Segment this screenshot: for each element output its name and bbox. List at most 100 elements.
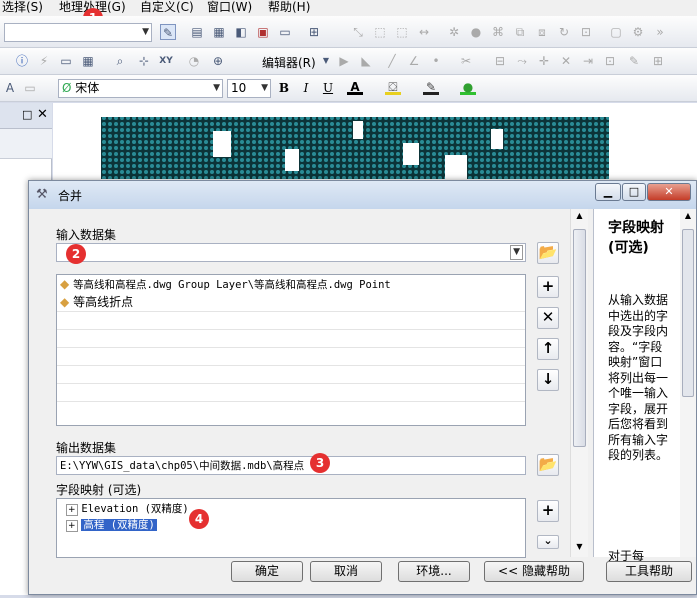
expand-icon[interactable]: + <box>66 520 78 532</box>
search-window-icon[interactable]: ◧ <box>233 24 249 40</box>
select-features-icon[interactable]: ⬚ <box>372 24 388 40</box>
list-item[interactable]: ◆ 等高线和高程点.dwg Group Layer\等高线和高程点.dwg Po… <box>60 277 522 293</box>
scroll-thumb[interactable] <box>682 229 694 397</box>
model-builder-icon[interactable]: ⊞ <box>306 24 322 40</box>
italic-button[interactable]: I <box>298 80 314 96</box>
menu-window[interactable]: 窗口(W) <box>207 0 252 16</box>
scroll-up-icon[interactable]: ▲ <box>682 211 694 220</box>
editor-dropdown-icon[interactable]: ▼ <box>318 53 334 69</box>
table-icon[interactable]: ▤ <box>189 24 205 40</box>
move-down-button[interactable]: ↓ <box>537 369 559 391</box>
edit-pointer-icon[interactable]: ▶ <box>336 53 352 69</box>
zoom-window-icon[interactable]: ⊕ <box>210 53 226 69</box>
python-window-icon[interactable]: ▭ <box>277 24 293 40</box>
menu-help[interactable]: 帮助(H) <box>268 0 310 16</box>
find-route-icon[interactable]: ⊹ <box>136 53 152 69</box>
edit-tool-icon[interactable]: ✎ <box>160 24 176 40</box>
snapping-icon[interactable]: ⤡ <box>350 24 366 40</box>
edit-vertices-icon[interactable]: ◣ <box>358 53 374 69</box>
paste-icon[interactable]: ⧈ <box>534 24 550 40</box>
close-window-button[interactable]: ✕ <box>647 183 691 201</box>
toolbox-icon[interactable]: ▣ <box>255 24 271 40</box>
menu-customize[interactable]: 自定义(C) <box>140 0 194 16</box>
help-scrollbar[interactable]: ▲ <box>680 209 696 557</box>
scroll-up-icon[interactable]: ▲ <box>573 211 586 224</box>
grid-icon[interactable]: ⊡ <box>578 24 594 40</box>
add-row-button[interactable]: + <box>537 276 559 298</box>
copy-icon[interactable]: ⧉ <box>512 24 528 40</box>
field-map-tree[interactable]: + Elevation (双精度) + 高程 (双精度) <box>56 498 526 558</box>
rotate-edit-icon[interactable]: ✛ <box>536 53 552 69</box>
tree-item[interactable]: + Elevation (双精度) <box>66 501 366 516</box>
cancel-button[interactable]: 取消 <box>310 561 382 582</box>
toc-toolbar <box>0 129 52 159</box>
settings-icon[interactable]: ⚙ <box>630 24 646 40</box>
notes-icon[interactable]: ✎ <box>626 53 642 69</box>
help-pane: 字段映射 (可选) 从输入数据中选出的字段及字段内容。“字段映射”窗口将列出每一… <box>593 209 696 579</box>
input-datasets-list[interactable]: ◆ 等高线和高程点.dwg Group Layer\等高线和高程点.dwg Po… <box>56 274 526 426</box>
hide-help-button[interactable]: << 隐藏帮助 <box>484 561 584 582</box>
shape-tool-icon[interactable]: ▭ <box>22 80 38 96</box>
rotate-icon[interactable]: ↻ <box>556 24 572 40</box>
trace-icon[interactable]: ∠ <box>406 53 422 69</box>
expand-icon[interactable]: + <box>66 504 78 516</box>
fill-color-icon[interactable]: ⛋ <box>385 79 401 95</box>
tool-help-button[interactable]: 工具帮助 <box>606 561 692 582</box>
add-field-button[interactable]: + <box>537 500 559 522</box>
info-icon[interactable]: ⓘ <box>14 53 30 69</box>
underline-button[interactable]: U <box>320 80 336 96</box>
frame-icon[interactable]: ▢ <box>608 24 624 40</box>
catalog-icon[interactable]: ▦ <box>211 24 227 40</box>
field-option-button[interactable]: ⌄ <box>537 535 559 549</box>
text-tool-icon[interactable]: A <box>2 80 18 96</box>
html-popup-icon[interactable]: ▭ <box>58 53 74 69</box>
menu-select[interactable]: 选择(S) <box>2 0 43 16</box>
line-color-icon[interactable]: ✎ <box>423 79 439 95</box>
split-icon[interactable]: ⊟ <box>492 53 508 69</box>
font-size-combo[interactable]: 10 ▼ <box>227 79 271 98</box>
time-slider-icon[interactable]: ◔ <box>186 53 202 69</box>
pin-icon[interactable]: □ <box>22 108 32 121</box>
tree-item[interactable]: + 高程 (双精度) <box>66 517 366 532</box>
scale-combo[interactable]: ▼ <box>4 23 152 42</box>
close-icon[interactable]: ✕ <box>37 107 48 122</box>
flip-icon[interactable]: ↔ <box>416 24 432 40</box>
marker-color-icon[interactable]: ● <box>460 79 476 95</box>
form-scrollbar[interactable]: ▲ ▼ <box>570 209 588 557</box>
sketch-props-icon[interactable]: ⇥ <box>580 53 596 69</box>
globe-icon[interactable]: ● <box>468 24 484 40</box>
ok-button[interactable]: 确定 <box>231 561 303 582</box>
bold-button[interactable]: B <box>276 80 292 96</box>
browse-input-button[interactable]: 📂 <box>537 242 559 264</box>
output-dataset-field[interactable]: E:\YYW\GIS_data\chp05\中间数据.mdb\高程点 <box>56 456 526 475</box>
editor-toolbar: ⓘ ⚡ ▭ ▦ ⌕ ⊹ XY ◔ ⊕ 编辑器(R) ▼ ▶ ◣ ╱ ∠ • ✂ … <box>0 48 697 75</box>
browse-output-button[interactable]: 📂 <box>537 454 559 476</box>
clear-selection-icon[interactable]: ⬚ <box>394 24 410 40</box>
layer-tool-icon[interactable]: ⌘ <box>490 24 506 40</box>
point-icon[interactable]: • <box>428 53 444 69</box>
create-features-icon[interactable]: ⊡ <box>602 53 618 69</box>
environments-button[interactable]: 环境... <box>398 561 470 582</box>
maximize-button[interactable]: □ <box>622 183 646 201</box>
font-color-button[interactable]: A <box>347 79 363 95</box>
reshape-icon[interactable]: ⤳ <box>514 53 530 69</box>
font-combo[interactable]: Ø 宋体 ▼ <box>58 79 223 98</box>
attributes-icon[interactable]: ✕ <box>558 53 574 69</box>
editor-menu[interactable]: 编辑器(R) <box>262 54 316 71</box>
list-item[interactable]: ◆ 等高线折点 <box>60 293 522 309</box>
find-icon[interactable]: ⌕ <box>112 53 128 69</box>
scroll-down-icon[interactable]: ▼ <box>573 542 586 555</box>
move-up-button[interactable]: ↑ <box>537 338 559 360</box>
straight-segment-icon[interactable]: ╱ <box>384 53 400 69</box>
goto-xy-icon[interactable]: XY <box>158 53 174 69</box>
remove-row-button[interactable]: ✕ <box>537 307 559 329</box>
minimize-button[interactable]: ▁ <box>595 183 621 201</box>
input-dataset-combo[interactable]: ▼ <box>56 243 526 262</box>
cut-polygon-icon[interactable]: ✂ <box>458 53 474 69</box>
hyperlink-icon[interactable]: ⚡ <box>36 53 52 69</box>
overflow-icon[interactable]: » <box>652 24 668 40</box>
measure-icon[interactable]: ▦ <box>80 53 96 69</box>
network-icon[interactable]: ✲ <box>446 24 462 40</box>
topology-icon[interactable]: ⊞ <box>650 53 666 69</box>
scroll-thumb[interactable] <box>573 229 586 447</box>
